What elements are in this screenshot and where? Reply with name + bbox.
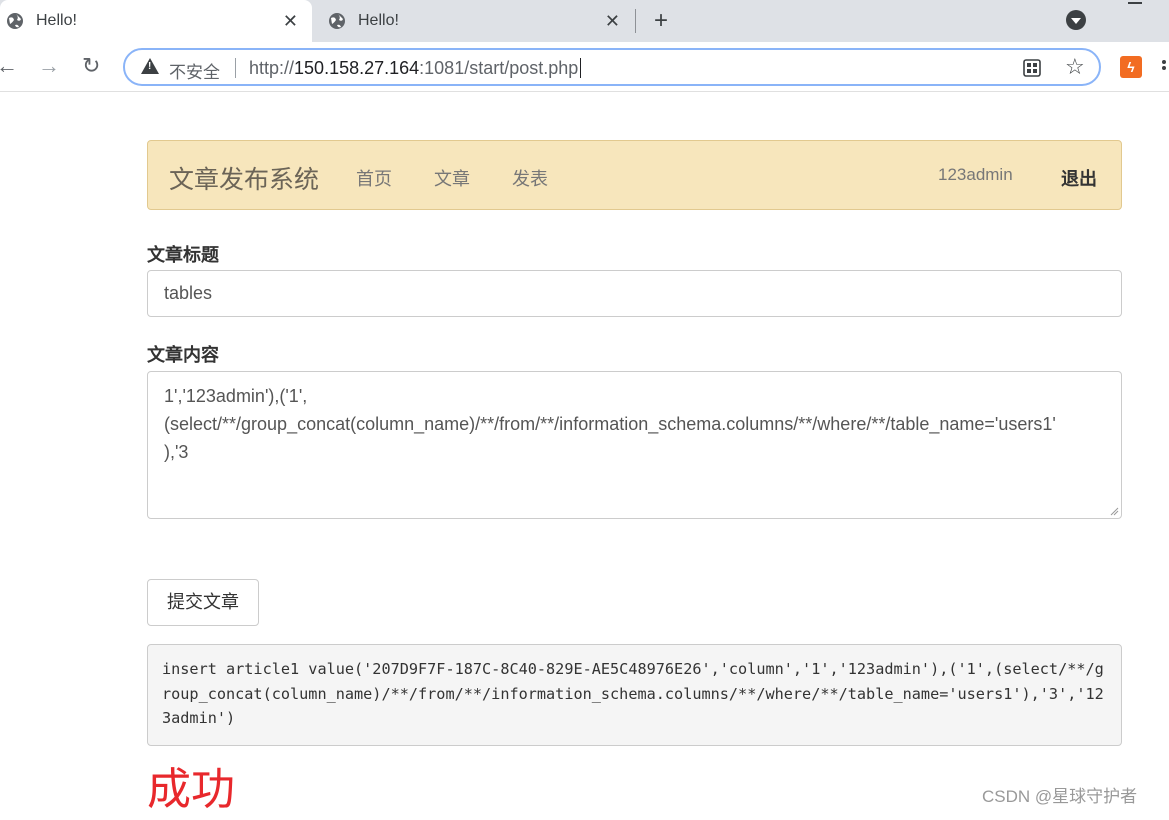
browser-tab-2[interactable]: Hello! ✕ bbox=[322, 0, 634, 42]
url-host: 150.158.27.164 bbox=[294, 58, 420, 78]
close-tab-icon[interactable]: ✕ bbox=[283, 11, 298, 32]
url-rest: :1081/start/post.php bbox=[419, 58, 579, 78]
resize-handle-icon[interactable] bbox=[1109, 506, 1119, 516]
tab-separator bbox=[635, 9, 636, 33]
title-input[interactable]: tables bbox=[147, 270, 1122, 317]
browser-toolbar: ← → ↻ 不安全 http://150.158.27.164:1081/sta… bbox=[0, 42, 1169, 92]
site-navbar: 文章发布系统 首页 文章 发表 123admin 退出 bbox=[147, 140, 1122, 210]
content-textarea[interactable]: 1','123admin'),('1', (select/**/group_co… bbox=[147, 371, 1122, 519]
address-divider bbox=[235, 58, 236, 78]
content-label: 文章内容 bbox=[147, 345, 219, 365]
text-caret bbox=[580, 58, 582, 78]
success-message: 成功 bbox=[147, 765, 235, 814]
back-arrow-icon[interactable]: ← bbox=[0, 52, 18, 80]
globe-icon bbox=[329, 13, 345, 29]
lightning-extension-icon[interactable]: ϟ bbox=[1120, 56, 1142, 78]
nav-username[interactable]: 123admin bbox=[938, 165, 1013, 185]
content-text: 1','123admin'),('1', (select/**/group_co… bbox=[164, 386, 1056, 462]
qr-code-icon[interactable] bbox=[1023, 59, 1041, 77]
globe-icon bbox=[7, 13, 23, 29]
browser-tab-bar: Hello! ✕ Hello! ✕ + bbox=[0, 0, 1169, 42]
watermark: CSDN @星球守护者 bbox=[982, 787, 1138, 806]
site-brand[interactable]: 文章发布系统 bbox=[169, 160, 319, 196]
nav-link-publish[interactable]: 发表 bbox=[512, 165, 548, 191]
browser-tab-1[interactable]: Hello! ✕ bbox=[0, 0, 312, 42]
tab-title: Hello! bbox=[36, 12, 77, 29]
url-text[interactable]: http://150.158.27.164:1081/start/post.ph… bbox=[249, 58, 582, 79]
tab-search-icon[interactable] bbox=[1066, 10, 1086, 30]
warning-icon[interactable] bbox=[141, 58, 159, 74]
url-prefix: http:// bbox=[249, 58, 295, 78]
logout-link[interactable]: 退出 bbox=[1061, 165, 1097, 191]
submit-article-button[interactable]: 提交文章 bbox=[147, 579, 259, 626]
insecure-label[interactable]: 不安全 bbox=[169, 58, 220, 83]
sql-output: insert article1 value('207D9F7F-187C-8C4… bbox=[147, 644, 1122, 746]
nav-link-articles[interactable]: 文章 bbox=[434, 165, 470, 191]
nav-link-home[interactable]: 首页 bbox=[356, 165, 392, 191]
more-menu-icon[interactable] bbox=[1162, 60, 1169, 74]
minimize-icon[interactable] bbox=[1128, 2, 1142, 4]
address-bar[interactable]: 不安全 http://150.158.27.164:1081/start/pos… bbox=[123, 48, 1101, 86]
reload-icon[interactable]: ↻ bbox=[82, 52, 100, 80]
tab-title: Hello! bbox=[358, 12, 399, 29]
close-tab-icon[interactable]: ✕ bbox=[605, 11, 620, 32]
forward-arrow-icon[interactable]: → bbox=[38, 52, 60, 80]
title-label: 文章标题 bbox=[147, 245, 219, 265]
new-tab-button[interactable]: + bbox=[654, 7, 668, 35]
bookmark-star-icon[interactable]: ☆ bbox=[1065, 54, 1085, 80]
